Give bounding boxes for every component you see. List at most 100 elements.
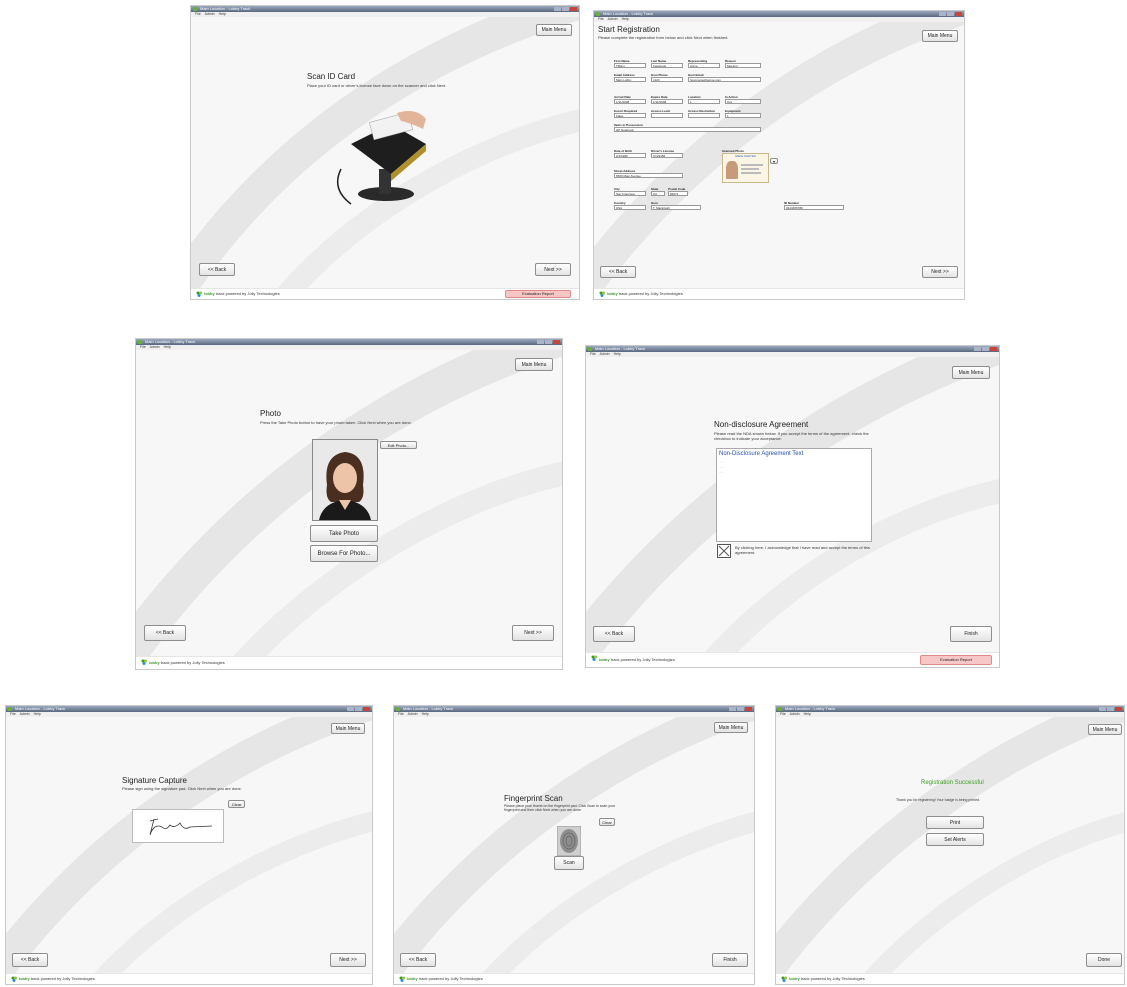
- menu-help[interactable]: Help: [804, 712, 811, 716]
- main-menu-button[interactable]: Main Menu: [714, 722, 748, 733]
- equipment-select[interactable]: 1: [725, 113, 761, 118]
- menu-admin[interactable]: Admin: [790, 712, 800, 716]
- host-email-input[interactable]: host.name@acme.com: [688, 77, 761, 82]
- signature-pad[interactable]: [132, 809, 224, 843]
- maximize-icon[interactable]: [982, 347, 989, 351]
- maximize-icon[interactable]: [355, 707, 362, 711]
- next-button[interactable]: Next >>: [535, 263, 571, 276]
- accept-checkbox[interactable]: [717, 544, 731, 558]
- scan-button[interactable]: Scan: [554, 856, 584, 870]
- dob-input[interactable]: 2/1/1980: [614, 153, 646, 158]
- main-menu-button[interactable]: Main Menu: [536, 24, 572, 36]
- clear-fingerprint-button[interactable]: Clear: [599, 818, 615, 826]
- close-icon[interactable]: [1115, 707, 1122, 711]
- finish-button[interactable]: Finish: [712, 953, 748, 967]
- take-photo-button[interactable]: Take Photo: [310, 525, 378, 542]
- location-select[interactable]: 1: [688, 99, 720, 104]
- host-phone-input[interactable]: x123: [651, 77, 683, 82]
- arrival-date-input[interactable]: 1/11/2008: [614, 99, 646, 104]
- country-input[interactable]: USA: [614, 205, 646, 210]
- drivers-license-input[interactable]: C123456: [651, 153, 683, 158]
- items-input[interactable]: HP Notebook: [614, 127, 761, 132]
- evaluation-report-button[interactable]: Evaluation Report: [920, 655, 992, 665]
- expire-date-input[interactable]: 1/11/2008: [651, 99, 683, 104]
- menu-admin[interactable]: Admin: [608, 17, 618, 21]
- menu-file[interactable]: File: [10, 712, 16, 716]
- maximize-icon[interactable]: [947, 12, 954, 16]
- in-action-select[interactable]: Out: [725, 99, 761, 104]
- minimize-icon[interactable]: [974, 347, 981, 351]
- state-input[interactable]: CA: [651, 191, 665, 196]
- main-menu-button[interactable]: Main Menu: [922, 30, 958, 42]
- main-menu-button[interactable]: Main Menu: [1088, 724, 1122, 735]
- browse-photo-button[interactable]: Browse For Photo...: [310, 545, 378, 562]
- menu-help[interactable]: Help: [614, 352, 621, 356]
- first-name-input[interactable]: Tiffany: [614, 63, 646, 68]
- done-button[interactable]: Done: [1086, 953, 1122, 967]
- next-button[interactable]: Next >>: [922, 266, 958, 278]
- menu-help[interactable]: Help: [219, 12, 226, 16]
- postal-code-input[interactable]: 94071: [668, 191, 688, 196]
- main-menu-button[interactable]: Main Menu: [952, 366, 990, 379]
- menu-file[interactable]: File: [398, 712, 404, 716]
- back-button[interactable]: << Back: [400, 953, 436, 967]
- escort-required-select[interactable]: False: [614, 113, 646, 118]
- finish-button[interactable]: Finish: [950, 626, 992, 642]
- menu-file[interactable]: File: [590, 352, 596, 356]
- menu-file[interactable]: File: [195, 12, 201, 16]
- close-icon[interactable]: [553, 340, 560, 344]
- maximize-icon[interactable]: [737, 707, 744, 711]
- email-input[interactable]: Main Lobby: [614, 77, 646, 82]
- street-address-input[interactable]: 6500 Main Avenue: [614, 173, 683, 178]
- close-icon[interactable]: [955, 12, 962, 16]
- menu-help[interactable]: Help: [422, 712, 429, 716]
- back-button[interactable]: << Back: [593, 626, 635, 642]
- reason-select[interactable]: Meeting: [725, 63, 761, 68]
- city-input[interactable]: San Francisco: [614, 191, 646, 196]
- last-name-input[interactable]: Facebook: [651, 63, 683, 68]
- menu-admin[interactable]: Admin: [20, 712, 30, 716]
- next-button[interactable]: Next >>: [330, 953, 366, 967]
- menu-admin[interactable]: Admin: [150, 345, 160, 349]
- close-icon[interactable]: [990, 347, 997, 351]
- set-alerts-button[interactable]: Set Alerts: [926, 833, 984, 846]
- host-input[interactable]: T. Macintosh: [651, 205, 701, 210]
- representing-input[interactable]: Acme: [688, 63, 720, 68]
- evaluation-report-button[interactable]: Evaluation Report: [505, 290, 571, 298]
- close-icon[interactable]: [570, 7, 577, 11]
- back-button[interactable]: << Back: [144, 625, 186, 641]
- id-number-input[interactable]: 0123456789: [784, 205, 844, 210]
- next-button[interactable]: Next >>: [512, 625, 554, 641]
- back-button[interactable]: << Back: [600, 266, 636, 278]
- print-button[interactable]: Print: [926, 816, 984, 829]
- menu-file[interactable]: File: [780, 712, 786, 716]
- menu-admin[interactable]: Admin: [408, 712, 418, 716]
- maximize-icon[interactable]: [545, 340, 552, 344]
- main-menu-button[interactable]: Main Menu: [515, 358, 553, 371]
- edit-photo-button[interactable]: Edit Photo...: [380, 441, 417, 449]
- close-icon[interactable]: [363, 707, 370, 711]
- minimize-icon[interactable]: [347, 707, 354, 711]
- menu-admin[interactable]: Admin: [205, 12, 215, 16]
- access-restriction-input[interactable]: [688, 113, 720, 118]
- menu-admin[interactable]: Admin: [600, 352, 610, 356]
- minimize-icon[interactable]: [1099, 707, 1106, 711]
- menu-file[interactable]: File: [598, 17, 604, 21]
- main-menu-button[interactable]: Main Menu: [331, 723, 365, 734]
- minimize-icon[interactable]: [729, 707, 736, 711]
- menu-help[interactable]: Help: [622, 17, 629, 21]
- photo-dropdown-button[interactable]: ▾: [770, 158, 778, 164]
- menu-file[interactable]: File: [140, 345, 146, 349]
- menu-help[interactable]: Help: [34, 712, 41, 716]
- menu-help[interactable]: Help: [164, 345, 171, 349]
- access-level-input[interactable]: [651, 113, 683, 118]
- clear-signature-button[interactable]: Clear: [228, 800, 245, 808]
- back-button[interactable]: << Back: [12, 953, 48, 967]
- close-icon[interactable]: [745, 707, 752, 711]
- minimize-icon[interactable]: [939, 12, 946, 16]
- nda-text-box[interactable]: Non-Disclosure Agreement Text .... .... …: [716, 448, 872, 542]
- back-button[interactable]: << Back: [199, 263, 235, 276]
- minimize-icon[interactable]: [537, 340, 544, 344]
- maximize-icon[interactable]: [1107, 707, 1114, 711]
- maximize-icon[interactable]: [562, 7, 569, 11]
